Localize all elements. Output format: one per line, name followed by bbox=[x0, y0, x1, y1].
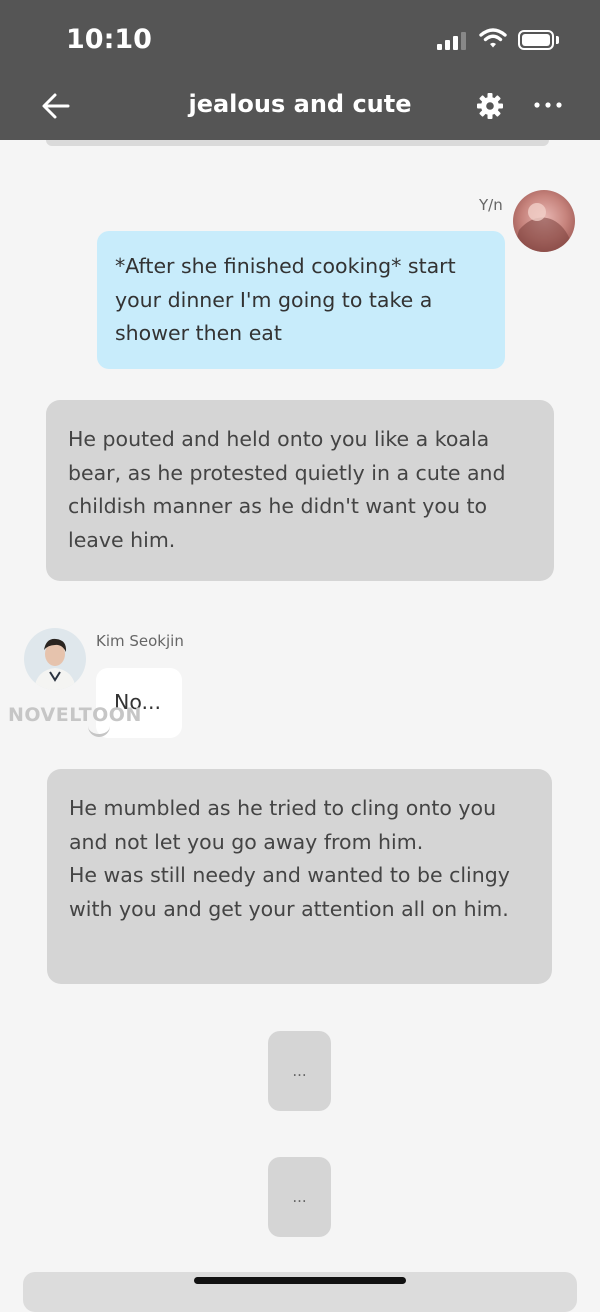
home-indicator[interactable] bbox=[194, 1277, 406, 1284]
battery-icon bbox=[518, 30, 554, 50]
battery-tip bbox=[556, 36, 559, 44]
narration-ellipsis-bubble: ... bbox=[268, 1031, 331, 1111]
chat-title: jealous and cute bbox=[188, 90, 412, 118]
narration-bubble: He pouted and held onto you like a koala… bbox=[46, 400, 554, 581]
narration-bubble: He mumbled as he tried to cling onto you… bbox=[47, 769, 552, 984]
more-horizontal-icon[interactable] bbox=[530, 93, 566, 117]
gear-icon[interactable] bbox=[475, 91, 505, 121]
cellular-signal-icon bbox=[437, 32, 469, 50]
noveltoon-watermark: NOVELTOON bbox=[8, 704, 142, 726]
previous-message-edge bbox=[46, 140, 549, 146]
user-message-bubble: *After she finished cooking* start your … bbox=[97, 231, 505, 369]
character-sender-name: Kim Seokjin bbox=[96, 632, 184, 650]
wifi-icon bbox=[479, 28, 507, 48]
app-header: 10:10 jealous and cute bbox=[0, 0, 600, 140]
user-avatar[interactable] bbox=[513, 190, 575, 252]
narration-ellipsis-bubble: ... bbox=[268, 1157, 331, 1237]
user-sender-name: Y/n bbox=[479, 196, 503, 214]
character-avatar[interactable] bbox=[24, 628, 86, 690]
status-time: 10:10 bbox=[66, 24, 152, 55]
